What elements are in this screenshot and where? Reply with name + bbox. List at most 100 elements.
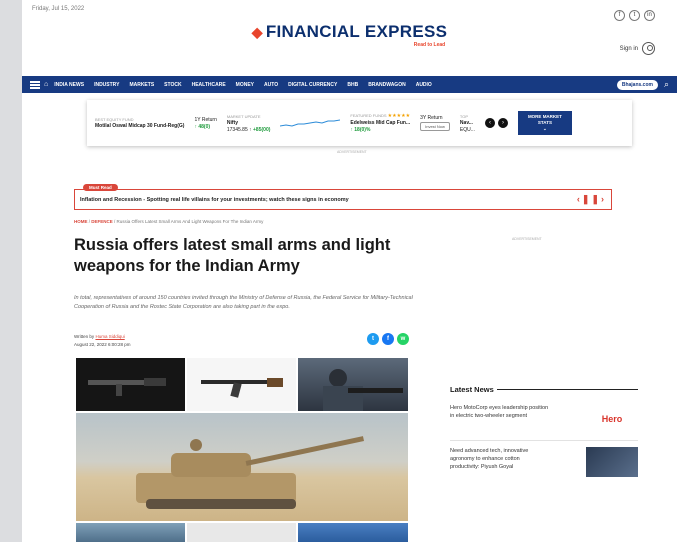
twitter-share-icon[interactable]: t [367,333,379,345]
ticker-headline[interactable]: Inflation and Recession - Spotting real … [80,197,577,203]
featured-fund-actions: 3Y Return Invest Now [420,115,450,131]
star-rating: ★★★★★ [387,113,411,119]
featured-fund-return: ↑ 18(0)% [350,127,371,133]
featured-fund[interactable]: FEATURED FUNDS ★★★★★ Edelweiss Mid Cap F… [350,113,410,133]
tank-silhouette [136,436,365,509]
top-fund[interactable]: TOP Nav... EQU... [460,114,475,133]
news-item-text: Need advanced tech, innovative agronomy … [450,448,529,470]
soldier-silhouette [323,369,403,411]
article-page: Friday, Jul 15, 2022 ◆ FINANCIAL EXPRESS … [22,0,677,542]
best-equity-fund[interactable]: BEST EQUITY FUND Motilal Oswal Midcap 30… [95,117,184,129]
equipment-photo [187,523,296,542]
index-change: +85(00) [253,126,271,133]
site-tagline: Read to Lead [413,42,446,48]
social-links: f t in [614,10,655,21]
title-rule [496,389,638,390]
linkedin-icon[interactable]: in [644,10,655,21]
market-label: MARKET UPDATE [226,113,261,119]
featured-return-label: 3Y Return [420,115,443,121]
market-update[interactable]: MARKET UPDATE Nifty 17345.85 ↑ +85(00) [227,114,271,133]
article-headline: Russia offers latest small arms and ligh… [74,236,391,275]
jet-photo [298,523,408,542]
sparkline-path [280,119,341,127]
more-stats-label: MORE MARKET STATS [527,114,562,126]
user-icon [642,42,655,55]
latest-news-panel: Latest News Hero MotoCorp eyes leadershi… [450,385,638,489]
news-item[interactable]: Need advanced tech, innovative agronomy … [450,447,638,477]
nav-item-audio[interactable]: AUDIO [416,82,432,88]
rifle-silhouette [88,378,166,396]
aircraft-photo [76,523,185,542]
ticker-pause-icon[interactable]: ❚❚ [582,194,601,204]
hero-logo-thumbnail: Hero [586,404,638,434]
search-icon[interactable]: ⌕ [664,79,669,90]
author-link[interactable]: Huma Siddiqui [95,334,124,339]
ticker-next-icon[interactable]: › [601,194,606,204]
nav-item-india-news[interactable]: INDIA NEWS [54,82,84,88]
must-read-ticker: Must Read Inflation and Recession - Spot… [74,184,612,210]
facebook-share-icon[interactable]: f [382,333,394,345]
menu-icon[interactable] [30,80,40,89]
nav-item-healthcare[interactable]: HEALTHCARE [192,82,226,88]
logo-diamond-icon: ◆ [251,24,263,40]
breadcrumb-section[interactable]: DEFENCE [91,219,113,224]
sign-in-button[interactable]: Sign in [620,42,655,55]
next-arrow-icon[interactable]: › [497,118,508,128]
assault-rifle-photo [187,358,296,411]
latest-news-header: Latest News [450,385,638,394]
return-label: 1Y Return [194,116,217,123]
nav-item-auto[interactable]: AUTO [264,82,278,88]
market-carousel-arrows: ‹ › [484,118,508,128]
tank-photo [76,413,408,521]
invest-now-button[interactable]: Invest Now [420,122,450,131]
site-header: Friday, Jul 15, 2022 ◆ FINANCIAL EXPRESS … [22,0,677,72]
home-icon[interactable]: ⌂ [44,81,48,88]
nifty-sparkline [280,119,341,127]
ticker-controls: ‹❚❚› [577,194,606,205]
share-buttons: t f w [367,333,409,345]
author-line: Written by Huma Siddiqui [74,333,131,341]
top-fund-value: EQU... [459,126,475,133]
index-value: 17345.85 ↑ [226,126,252,133]
nav-item-stock[interactable]: STOCK [164,82,181,88]
featured-fund-label: FEATURED FUNDS ★★★★★ [350,113,410,119]
soldier-photo [298,358,408,411]
nav-item-brandwagon[interactable]: BRANDWAGON [368,82,406,88]
fund-name: Motilal Oswal Midcap 30 Fund-Reg(G) [95,123,185,129]
index-name: Nifty [226,119,238,126]
current-date: Friday, Jul 15, 2022 [32,6,85,12]
prev-arrow-icon[interactable]: ‹ [484,118,495,128]
article-image-collage [76,358,408,542]
nav-item-money[interactable]: MONEY [236,82,254,88]
featured-fund-name: Edelweiss Mid Cap Fun... [350,120,411,126]
nav-item-bhb[interactable]: BHB [347,82,358,88]
breadcrumb: HOME / DEFENCE / Russia Offers Latest Sm… [74,219,264,224]
person-thumbnail [586,447,638,477]
market-widget: BEST EQUITY FUND Motilal Oswal Midcap 30… [87,100,632,146]
latest-news-title: Latest News [450,385,494,394]
news-item-text: Hero MotoCorp eyes leadership position i… [450,405,549,419]
must-read-badge: Must Read [83,184,118,191]
ak-silhouette [201,378,283,398]
nav-item-digital-currency[interactable]: DIGITAL CURRENCY [288,82,337,88]
nav-item-industry[interactable]: INDUSTRY [94,82,119,88]
written-by-label: Written by [74,334,95,339]
top-fund-name: Nav... [459,119,473,126]
twitter-icon[interactable]: t [629,10,640,21]
breadcrumb-current: Russia Offers Latest Small Arms And Ligh… [116,219,264,224]
breadcrumb-home[interactable]: HOME [74,219,88,224]
top-fund-label: TOP [459,113,469,119]
whatsapp-share-icon[interactable]: w [397,333,409,345]
hero-logo-text: Hero [601,414,623,424]
nav-pill-link[interactable]: Bhajans.com [616,79,658,90]
ad-label: ADVERTISEMENT [337,150,367,154]
more-market-stats-button[interactable]: MORE MARKET STATS ⌄ [517,111,572,135]
publish-date: August 22, 2022 6:00:28 pm [74,342,131,347]
news-item[interactable]: Hero MotoCorp eyes leadership position i… [450,404,638,434]
article-summary: In total, representatives of around 150 … [74,295,413,310]
facebook-icon[interactable]: f [614,10,625,21]
site-logo[interactable]: ◆ FINANCIAL EXPRESS [22,22,677,42]
logo-text: FINANCIAL EXPRESS [265,22,448,41]
main-nav: ⌂ INDIA NEWS INDUSTRY MARKETS STOCK HEAL… [22,76,677,93]
nav-item-markets[interactable]: MARKETS [129,82,154,88]
